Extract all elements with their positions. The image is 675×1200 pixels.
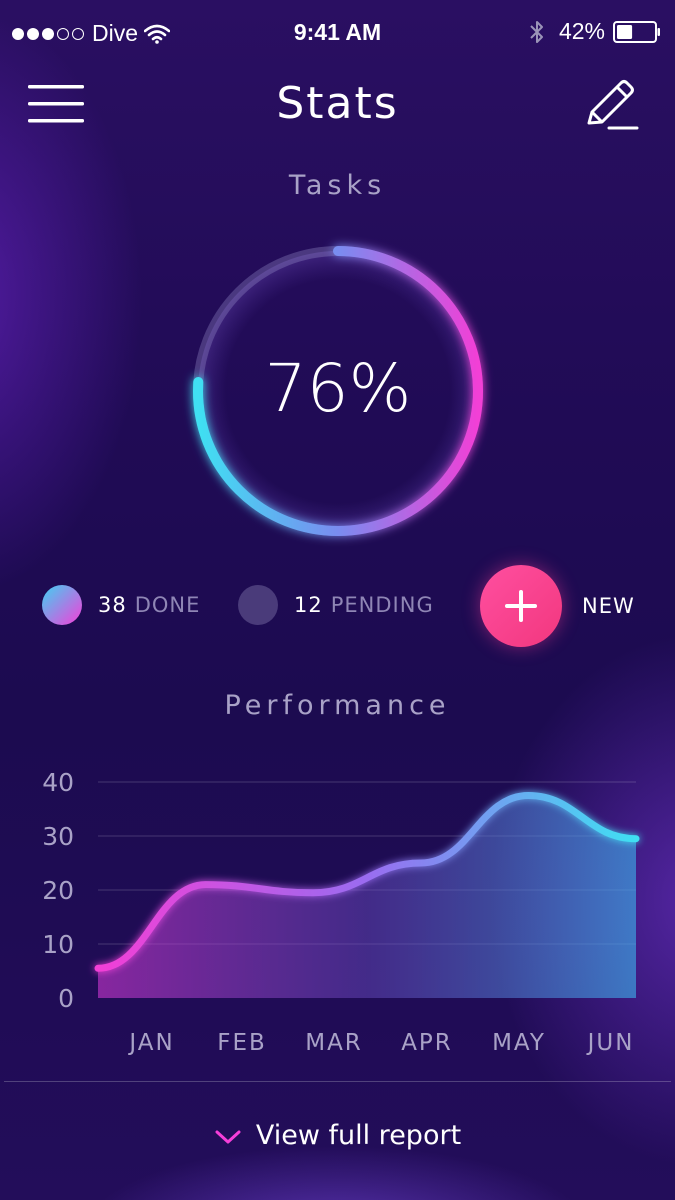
x-tick-label: APR [401, 1030, 453, 1056]
tasks-percent: 76% [264, 350, 412, 427]
status-bar: Dive 9:41 AM 42% [0, 0, 675, 64]
x-tick-label: MAY [492, 1030, 546, 1056]
edit-button[interactable] [583, 76, 639, 132]
done-dot-icon [42, 585, 82, 625]
done-count: 38 [98, 593, 127, 617]
plus-icon [519, 590, 523, 622]
page-title: Stats [276, 78, 399, 129]
x-tick-label: FEB [217, 1030, 267, 1056]
legend-done: 38 DONE [42, 585, 200, 625]
new-task-label[interactable]: NEW [582, 594, 635, 618]
view-full-report-link[interactable]: View full report [0, 1120, 675, 1151]
status-right: 42% [529, 18, 661, 45]
pending-label: PENDING [330, 593, 434, 617]
battery-icon [613, 20, 660, 43]
y-tick-label: 20 [42, 876, 74, 905]
performance-label: Performance [224, 690, 451, 721]
legend-pending: 12 PENDING [238, 585, 434, 625]
pencil-edit-icon [587, 80, 639, 130]
x-tick-label: MAR [305, 1030, 363, 1056]
header: Stats [0, 72, 675, 142]
y-tick-label: 30 [42, 822, 74, 851]
y-tick-label: 40 [42, 768, 74, 797]
pending-dot-icon [238, 585, 278, 625]
tasks-label: Tasks [288, 170, 387, 201]
x-tick-label: JUN [586, 1030, 635, 1056]
bluetooth-icon [530, 20, 543, 43]
performance-chart: 0 10 20 30 40 JAN FEB MAR APR MAY JUN [42, 768, 640, 1056]
x-tick-label: JAN [127, 1030, 174, 1056]
y-tick-label: 10 [42, 930, 74, 959]
footer-divider [4, 1081, 671, 1082]
done-label: DONE [134, 593, 201, 617]
y-tick-label: 0 [58, 984, 74, 1013]
battery-percent: 42% [558, 18, 605, 44]
tasks-legend: 38 DONE 12 PENDING NEW [0, 565, 675, 647]
stats-screen: Dive 9:41 AM 42% Stats Tasks 76% 38 DONE… [0, 0, 675, 1200]
view-full-report-label: View full report [255, 1120, 462, 1151]
pending-count: 12 [294, 593, 323, 617]
chevron-down-icon [215, 1130, 241, 1143]
new-task-button[interactable] [480, 565, 562, 647]
